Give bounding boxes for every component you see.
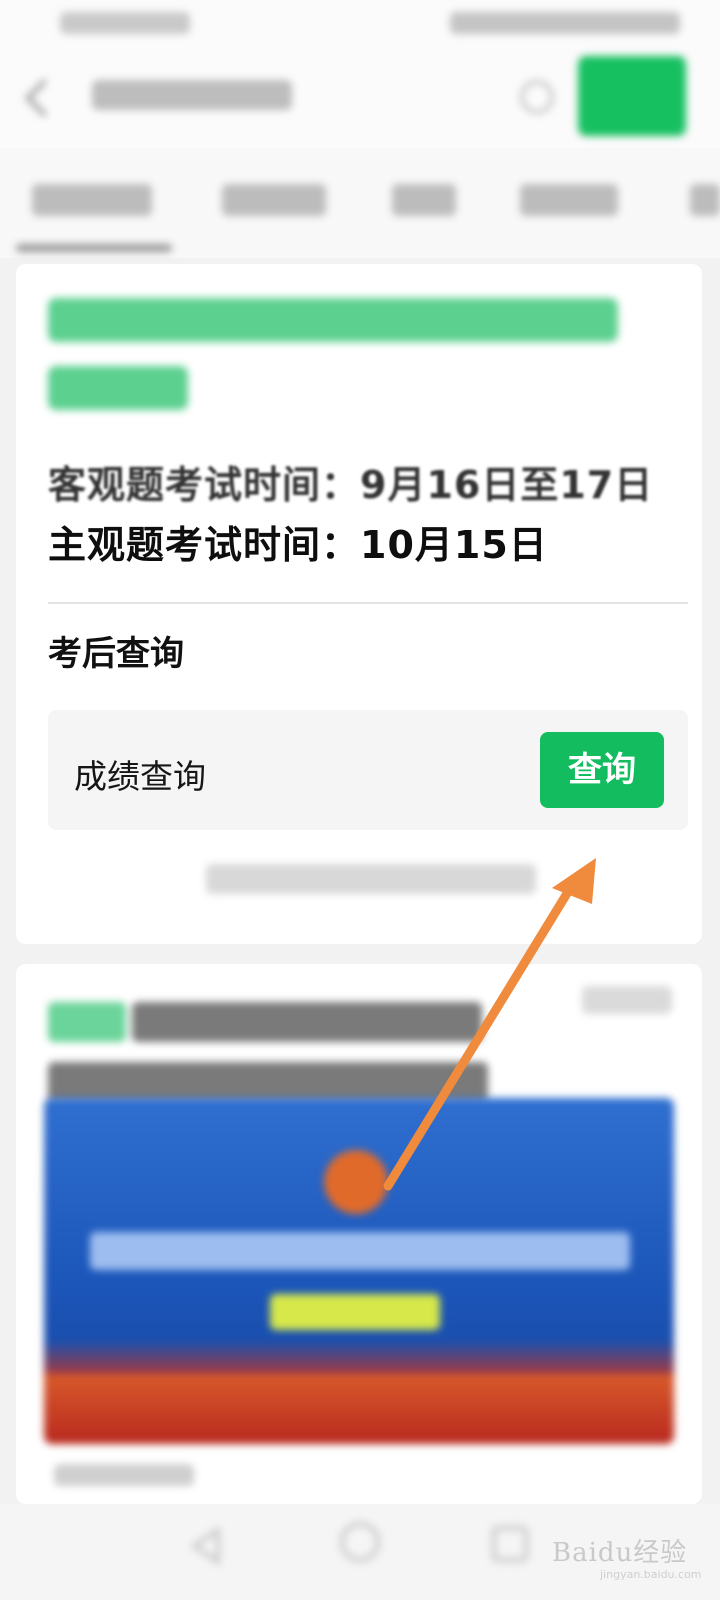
news-title-line2 bbox=[48, 1062, 488, 1102]
emblem-icon bbox=[324, 1150, 388, 1214]
exam-card: 客观题考试时间：9月16日至17日 主观题考试时间：10月15日 考后查询 成绩… bbox=[16, 264, 702, 944]
news-title bbox=[48, 1002, 488, 1042]
nav-recent-icon[interactable] bbox=[492, 1526, 528, 1562]
tab-all[interactable] bbox=[32, 184, 162, 224]
back-icon[interactable] bbox=[18, 78, 56, 118]
divider bbox=[48, 602, 688, 604]
subjective-exam-time: 主观题考试时间：10月15日 bbox=[48, 523, 548, 567]
score-query-label: 成绩查询 bbox=[74, 757, 206, 796]
status-bar bbox=[0, 0, 720, 48]
tab-3[interactable] bbox=[392, 184, 462, 224]
post-exam-title: 考后查询 bbox=[48, 634, 184, 674]
news-banner-image[interactable] bbox=[44, 1098, 674, 1444]
watermark-url: jingyan.baidu.com bbox=[600, 1568, 702, 1581]
clear-icon[interactable] bbox=[520, 80, 554, 114]
tab-4[interactable] bbox=[520, 184, 624, 224]
objective-exam-time: 客观题考试时间：9月16日至17日 bbox=[48, 463, 654, 507]
news-card[interactable] bbox=[16, 964, 702, 1504]
tab-5[interactable] bbox=[690, 184, 720, 224]
news-source bbox=[54, 1464, 194, 1486]
search-button[interactable] bbox=[578, 56, 686, 136]
nav-back-icon[interactable] bbox=[186, 1526, 226, 1566]
filter-tabs bbox=[0, 148, 720, 258]
tab-underline bbox=[16, 244, 172, 252]
banner-subtext bbox=[270, 1294, 440, 1330]
watermark-text: Baidu经验 bbox=[552, 1538, 688, 1568]
banner-skyline bbox=[44, 1374, 674, 1444]
exam-title[interactable] bbox=[48, 298, 648, 434]
search-input[interactable] bbox=[92, 74, 302, 118]
score-query-row: 成绩查询 查询 bbox=[48, 710, 688, 830]
status-time bbox=[60, 12, 190, 34]
nav-home-icon[interactable] bbox=[340, 1522, 380, 1562]
query-button[interactable]: 查询 bbox=[540, 732, 664, 808]
status-icons bbox=[450, 12, 680, 34]
search-bar bbox=[0, 48, 720, 148]
news-tag bbox=[582, 986, 672, 1014]
tab-2[interactable] bbox=[222, 184, 332, 224]
more-link[interactable] bbox=[206, 864, 536, 894]
banner-text bbox=[90, 1232, 630, 1270]
